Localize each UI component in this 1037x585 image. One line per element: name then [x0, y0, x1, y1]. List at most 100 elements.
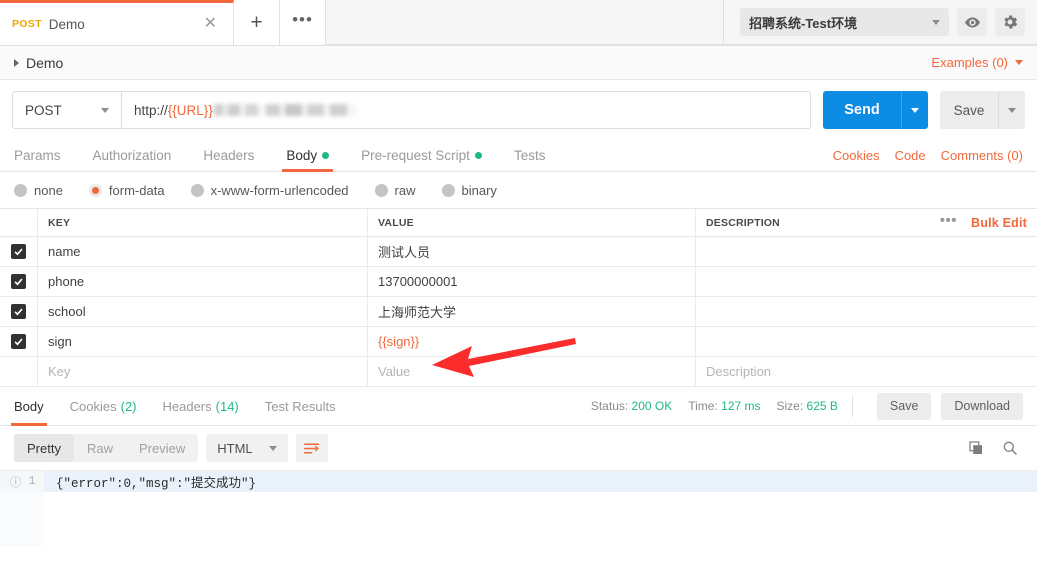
tab-label: Params	[14, 148, 61, 163]
url-row: POST http://{{URL}} Send Save	[0, 80, 1037, 140]
row-value[interactable]: 13700000001	[368, 267, 695, 296]
code-link[interactable]: Code	[895, 148, 926, 171]
tab-label: Tests	[513, 148, 546, 163]
tab-tests[interactable]: Tests	[514, 148, 546, 171]
table-options-ellipsis-icon[interactable]: •••	[940, 212, 957, 234]
send-button[interactable]: Send	[823, 91, 901, 129]
response-tab-cookies[interactable]: Cookies (2)	[70, 387, 137, 426]
method-select[interactable]: POST	[12, 91, 121, 129]
row-value[interactable]: 上海师范大学	[368, 297, 695, 326]
status-meta: Status: 200 OK	[591, 399, 672, 413]
url-prefix: http://	[134, 102, 168, 118]
row-value[interactable]: 测试人员	[368, 237, 695, 266]
new-key-input[interactable]: Key	[38, 357, 367, 386]
bulk-edit-link[interactable]: Bulk Edit	[971, 216, 1027, 230]
response-tab-test-results[interactable]: Test Results	[265, 387, 336, 426]
time-value: 127 ms	[721, 399, 761, 413]
time-label: Time:	[688, 399, 718, 413]
tab-params[interactable]: Params	[14, 148, 61, 171]
url-input[interactable]: http://{{URL}}	[121, 91, 811, 129]
body-type-label: form-data	[108, 183, 165, 198]
word-wrap-icon[interactable]	[295, 434, 328, 462]
view-mode-raw[interactable]: Raw	[74, 434, 126, 462]
close-icon[interactable]: ✕	[200, 14, 221, 34]
environment-selector[interactable]: 招聘系统-Test环境	[740, 8, 949, 36]
view-mode-preview[interactable]: Preview	[126, 434, 198, 462]
row-checkbox[interactable]	[11, 304, 26, 319]
send-options-chevron-down-icon[interactable]	[901, 91, 928, 129]
response-tab-body[interactable]: Body	[11, 387, 47, 426]
gear-icon[interactable]	[995, 8, 1025, 36]
status-value: 200 OK	[631, 399, 673, 413]
method-label: POST	[25, 102, 62, 118]
url-text: http://{{URL}}	[134, 103, 357, 118]
eye-icon[interactable]	[957, 8, 987, 36]
new-description-input[interactable]: Description	[696, 357, 1037, 386]
tab-headers[interactable]: Headers	[203, 148, 254, 171]
chevron-down-icon	[932, 19, 940, 25]
response-tab-headers[interactable]: Headers (14)	[163, 387, 239, 426]
request-tab-demo[interactable]: POST Demo ✕	[0, 0, 234, 45]
modified-dot-icon	[474, 152, 482, 159]
row-checkbox[interactable]	[11, 274, 26, 289]
row-key[interactable]: sign	[38, 327, 367, 356]
row-checkbox[interactable]	[11, 244, 26, 259]
search-icon[interactable]	[997, 435, 1023, 461]
save-options-chevron-down-icon[interactable]	[998, 91, 1025, 129]
row-key[interactable]: phone	[38, 267, 367, 296]
radio-selected-icon	[88, 184, 102, 197]
tab-authorization[interactable]: Authorization	[93, 148, 172, 171]
copy-icon[interactable]	[963, 435, 989, 461]
tab-pre-request-script[interactable]: Pre-request Script	[361, 148, 482, 171]
url-redacted-blur	[213, 103, 357, 116]
request-tabs: Params Authorization Headers Body Pre-re…	[0, 140, 1037, 172]
row-value-variable[interactable]: {{sign}}	[368, 327, 695, 356]
save-button[interactable]: Save	[940, 91, 998, 129]
code-gutter: ⓘ 1	[0, 471, 44, 492]
comments-link[interactable]: Comments (0)	[941, 148, 1023, 171]
plus-icon[interactable]: +	[234, 0, 280, 45]
tab-label: Body	[14, 398, 44, 414]
format-label: HTML	[217, 440, 253, 456]
info-icon[interactable]: ⓘ	[10, 474, 22, 490]
examples-chevron-down-icon[interactable]	[1015, 60, 1023, 65]
column-header-key: KEY	[48, 216, 71, 229]
row-description[interactable]	[696, 297, 1037, 326]
row-description[interactable]	[696, 237, 1037, 266]
status-label: Status:	[590, 399, 629, 413]
tab-label: Pre-request Script	[361, 148, 470, 163]
chevron-down-icon	[101, 107, 109, 113]
new-value-input[interactable]: Value	[368, 357, 695, 386]
environment-name: 招聘系统-Test环境	[749, 15, 858, 31]
body-type-none[interactable]: none	[14, 183, 63, 198]
response-download-button[interactable]: Download	[941, 392, 1023, 420]
body-type-raw[interactable]: raw	[374, 183, 416, 198]
row-description[interactable]	[696, 327, 1037, 356]
format-select[interactable]: HTML	[206, 434, 288, 462]
table-row: school 上海师范大学	[0, 297, 1037, 327]
row-checkbox-cell	[0, 327, 38, 356]
table-row: phone 13700000001	[0, 267, 1037, 297]
tab-label: Test Results	[264, 398, 336, 414]
cookies-link[interactable]: Cookies	[833, 148, 880, 171]
view-mode-pretty[interactable]: Pretty	[14, 434, 74, 462]
body-type-form-data[interactable]: form-data	[88, 183, 165, 198]
response-body-viewer[interactable]: ⓘ 1 {"error":0,"msg":"提交成功"}	[0, 470, 1037, 585]
table-row: sign {{sign}}	[0, 327, 1037, 357]
tab-method-badge: POST	[12, 18, 42, 30]
chevron-right-icon[interactable]	[14, 58, 19, 67]
ellipsis-icon[interactable]: •••	[280, 0, 326, 45]
body-type-x-www-form-urlencoded[interactable]: x-www-form-urlencoded	[190, 183, 349, 198]
row-key[interactable]: school	[38, 297, 367, 326]
examples-link[interactable]: Examples (0)	[931, 55, 1008, 70]
response-save-button[interactable]: Save	[876, 392, 932, 420]
response-bar: Body Cookies (2) Headers (14) Test Results…	[0, 387, 1037, 426]
body-type-binary[interactable]: binary	[441, 183, 497, 198]
tab-bar: POST Demo ✕ + ••• 招聘系统-Test环境	[0, 0, 1037, 46]
tab-body[interactable]: Body	[282, 148, 333, 172]
chevron-down-icon	[268, 445, 277, 451]
row-key[interactable]: name	[38, 237, 367, 266]
row-description[interactable]	[696, 267, 1037, 296]
row-checkbox[interactable]	[11, 334, 26, 349]
size-meta: Size: 625 B	[777, 399, 838, 413]
